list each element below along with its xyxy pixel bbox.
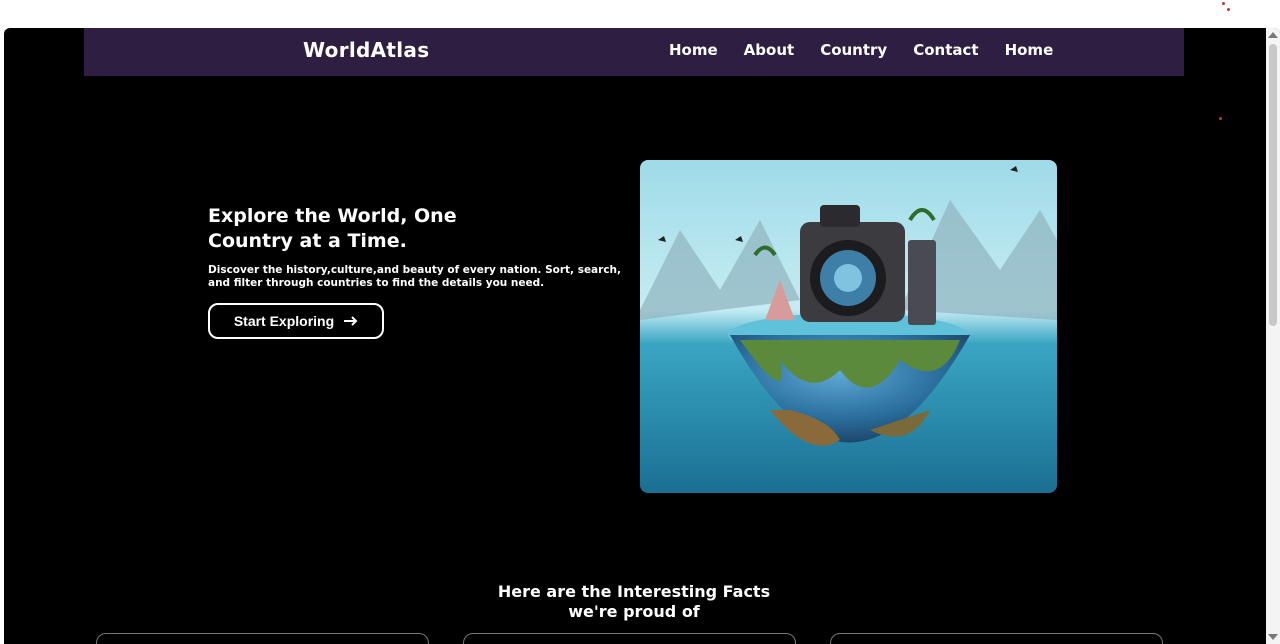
scroll-up-arrow-icon[interactable] <box>1268 32 1278 38</box>
navbar: WorldAtlas Home About Country Contact Ho… <box>84 28 1184 76</box>
fact-card <box>830 633 1163 644</box>
nav-home[interactable]: Home <box>669 41 718 59</box>
loading-dot <box>1227 8 1230 11</box>
hero-description: Discover the history,culture,and beauty … <box>208 264 622 289</box>
brand-logo[interactable]: WorldAtlas <box>303 38 429 62</box>
arrow-right-icon <box>344 316 358 326</box>
nav-home-2[interactable]: Home <box>1005 41 1054 59</box>
nav-contact[interactable]: Contact <box>913 41 978 59</box>
loading-dot <box>1222 2 1225 5</box>
vertical-scrollbar[interactable] <box>1266 28 1280 644</box>
floating-globe-camera-illustration <box>640 160 1057 493</box>
fact-card <box>463 633 796 644</box>
scroll-down-arrow-icon[interactable] <box>1268 634 1278 640</box>
page-viewport: WorldAtlas Home About Country Contact Ho… <box>4 28 1280 644</box>
hero-title-line2: Country at a Time. <box>208 230 407 252</box>
nav-country[interactable]: Country <box>820 41 887 59</box>
facts-title-line1: Here are the Interesting Facts <box>497 582 771 601</box>
start-exploring-label: Start Exploring <box>233 313 335 329</box>
fact-card <box>96 633 429 644</box>
scrollbar-thumb[interactable] <box>1269 44 1277 326</box>
decorative-dot <box>1219 117 1222 120</box>
hero-image <box>640 160 1057 493</box>
nav-about[interactable]: About <box>744 41 795 59</box>
hero-title: Explore the World, One Country at a Time… <box>208 204 468 254</box>
facts-section-title: Here are the Interesting Facts we're pro… <box>484 582 784 622</box>
hero-title-line1: Explore the World, One <box>208 205 457 227</box>
facts-title-line2: we're proud of <box>568 602 700 621</box>
browser-top-strip <box>0 0 1280 28</box>
nav-links: Home About Country Contact Home <box>669 41 1079 59</box>
start-exploring-button[interactable]: Start Exploring <box>208 303 384 339</box>
